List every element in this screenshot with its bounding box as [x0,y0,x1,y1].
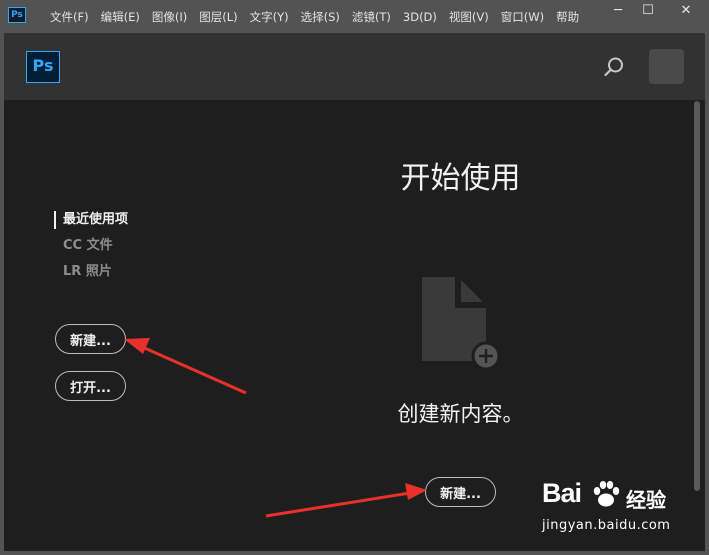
create-new-content-text: 创建新内容。 [397,402,524,426]
watermark-brand: Bai [542,478,582,508]
menu-3d[interactable]: 3D(D) [397,10,443,24]
menu-window[interactable]: 窗口(W) [495,9,550,25]
baidu-jingyan-watermark: Bai 经验 jingyan.baidu.com [542,478,672,548]
home-screen: Ps 最近使用项 CC 文件 LR 照片 新建... 打开... 开始使用 创建… [4,33,705,551]
window-controls: ─ ☐ ✕ [603,0,709,20]
menu-type[interactable]: 文字(Y) [244,9,295,25]
sidebar-item-cc-files[interactable]: CC 文件 [54,237,128,263]
menu-view[interactable]: 视图(V) [443,9,495,25]
watermark-url: jingyan.baidu.com [542,518,671,533]
avatar[interactable] [649,49,684,84]
main-menu: 文件(F) 编辑(E) 图像(I) 图层(L) 文字(Y) 选择(S) 滤镜(T… [44,0,585,33]
menu-image[interactable]: 图像(I) [146,9,193,25]
paw-icon [593,481,620,507]
new-button-main[interactable]: 新建... [425,477,496,507]
menu-layer[interactable]: 图层(L) [193,9,243,25]
sidebar-item-lr-photos[interactable]: LR 照片 [54,263,128,289]
sidebar-nav: 最近使用项 CC 文件 LR 照片 [54,211,128,289]
maximize-button[interactable]: ☐ [633,0,663,20]
menu-help[interactable]: 帮助 [550,9,585,25]
menu-edit[interactable]: 编辑(E) [95,9,146,25]
sidebar-item-recent[interactable]: 最近使用项 [54,211,128,237]
scrollbar[interactable] [694,101,700,491]
menu-filter[interactable]: 滤镜(T) [346,9,397,25]
watermark-suffix: 经验 [626,488,666,512]
open-button-sidebar[interactable]: 打开... [55,371,126,401]
menu-select[interactable]: 选择(S) [295,9,346,25]
home-header: Ps [4,33,705,100]
menu-file[interactable]: 文件(F) [44,9,95,25]
minimize-button[interactable]: ─ [603,0,633,20]
menu-bar: Ps 文件(F) 编辑(E) 图像(I) 图层(L) 文字(Y) 选择(S) 滤… [0,0,709,33]
search-icon[interactable] [602,55,626,79]
close-button[interactable]: ✕ [663,0,709,20]
new-button-sidebar[interactable]: 新建... [55,324,126,354]
page-title: 开始使用 [400,161,521,196]
photoshop-logo[interactable]: Ps [26,51,60,83]
photoshop-app-icon: Ps [8,7,26,23]
new-document-icon [418,273,508,373]
